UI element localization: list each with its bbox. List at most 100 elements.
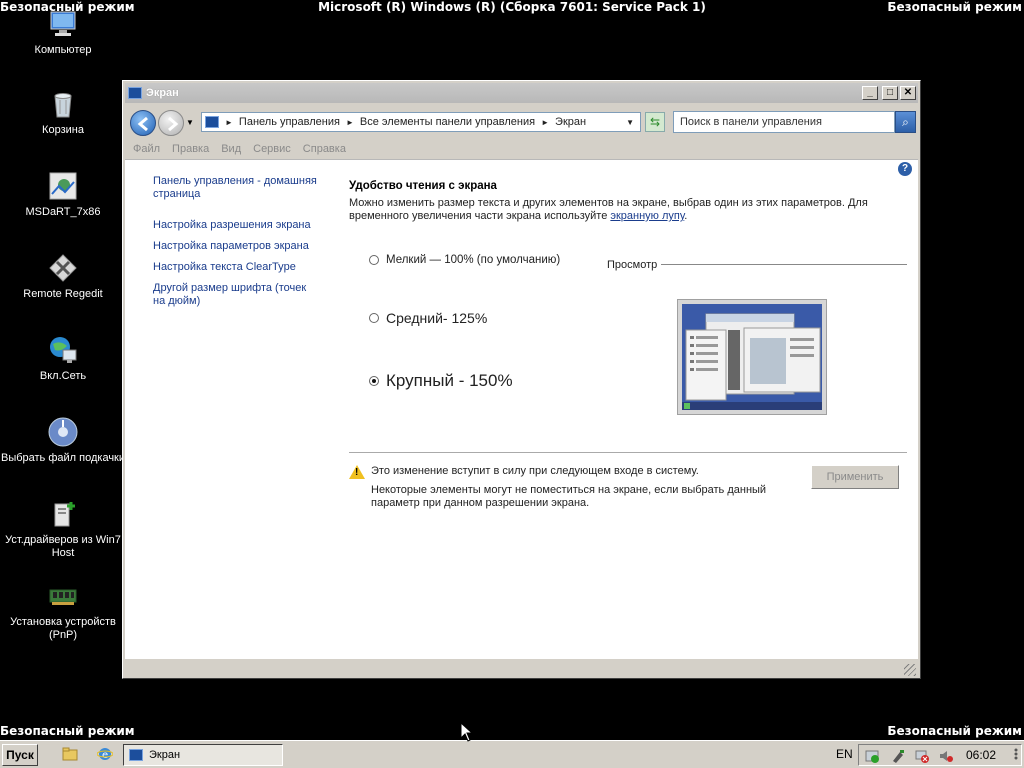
resize-grip-icon[interactable] <box>904 664 916 676</box>
sidebar-link-cleartype[interactable]: Настройка текста ClearType <box>153 261 323 274</box>
safe-mode-label-bottom-left: Безопасный режим <box>0 724 135 738</box>
display-icon <box>129 749 143 761</box>
desktop-icon-computer[interactable]: Компьютер <box>0 8 126 57</box>
status-bar <box>125 658 918 678</box>
desktop-icon-remote-regedit[interactable]: Remote Regedit <box>0 252 126 301</box>
search-input[interactable]: Поиск в панели управления <box>673 111 895 133</box>
start-button[interactable]: Пуск <box>2 744 38 766</box>
explorer-quicklaunch-icon[interactable] <box>62 746 78 762</box>
menu-tools[interactable]: Сервис <box>253 143 291 155</box>
address-bar[interactable]: ► Панель управления ► Все элементы панел… <box>201 112 641 132</box>
back-button[interactable] <box>130 110 156 136</box>
breadcrumb-separator-icon[interactable]: ► <box>346 118 354 127</box>
radio-medium[interactable] <box>369 313 379 323</box>
sidebar-link-display-settings[interactable]: Настройка параметров экрана <box>153 240 323 253</box>
safe-mode-label-top-right: Безопасный режим <box>887 0 1022 14</box>
drivers-icon <box>47 498 79 530</box>
option-large[interactable]: Крупный - 150% <box>369 371 513 391</box>
desktop-icon-label: Компьютер <box>34 44 92 56</box>
msdart-icon <box>47 170 79 202</box>
menu-file[interactable]: Файл <box>133 143 160 155</box>
option-medium[interactable]: Средний- 125% <box>369 310 487 326</box>
section-divider <box>349 452 907 453</box>
breadcrumb-separator-icon[interactable]: ► <box>225 118 233 127</box>
taskbar: Пуск e Экран EN 06:02 <box>0 740 1024 768</box>
desktop-icon-network[interactable]: Вкл.Сеть <box>0 334 126 383</box>
desktop-icon-drivers[interactable]: Уст.драйверов из Win7 Host <box>0 498 126 560</box>
option-small[interactable]: Мелкий — 100% (по умолчанию) <box>369 254 560 266</box>
address-dropdown-icon[interactable]: ▼ <box>626 118 634 127</box>
computer-icon <box>47 8 79 40</box>
maximize-button[interactable]: □ <box>882 86 898 100</box>
search-button[interactable]: ⌕ <box>895 111 916 133</box>
system-tray <box>858 744 1022 766</box>
svg-text:e: e <box>102 750 108 761</box>
close-button[interactable]: ✕ <box>900 86 916 100</box>
safe-mode-label-bottom-right: Безопасный режим <box>887 724 1022 738</box>
menu-bar: Файл Правка Вид Сервис Справка <box>125 139 918 159</box>
menu-help[interactable]: Справка <box>303 143 346 155</box>
sidebar-link-resolution[interactable]: Настройка разрешения экрана <box>153 219 323 232</box>
network-disconnected-icon[interactable] <box>915 749 929 763</box>
control-panel-icon <box>205 116 219 128</box>
forward-button[interactable] <box>158 110 184 136</box>
preview-divider <box>659 264 907 265</box>
search-icon: ⌕ <box>902 115 909 129</box>
breadcrumb-control-panel[interactable]: Панель управления <box>239 116 340 128</box>
breadcrumb-display[interactable]: Экран <box>555 116 586 128</box>
mouse-cursor-icon <box>460 721 474 745</box>
desktop-icon-label: Вкл.Сеть <box>39 370 87 382</box>
desktop-icon-label: MSDaRT_7x86 <box>25 206 101 218</box>
warning-text-1: Это изменение вступит в силу при следующ… <box>371 465 699 477</box>
preview-label: Просмотр <box>607 259 662 271</box>
page-description: Можно изменить размер текста и других эл… <box>349 197 879 223</box>
minimize-button[interactable]: _ <box>862 86 878 100</box>
recent-pages-dropdown-icon[interactable]: ▼ <box>186 118 194 127</box>
language-indicator[interactable]: EN <box>836 747 853 761</box>
navigation-bar: ▼ ► Панель управления ► Все элементы пан… <box>125 105 918 139</box>
taskbar-button-display[interactable]: Экран <box>123 744 283 766</box>
show-desktop-icon[interactable] <box>1012 747 1020 761</box>
radio-small[interactable] <box>369 255 379 265</box>
help-icon[interactable]: ? <box>898 162 912 176</box>
os-build-title: Microsoft (R) Windows (R) (Сборка 7601: … <box>318 0 706 14</box>
sidebar-link-home[interactable]: Панель управления - домашняя страница <box>153 175 323 201</box>
pnp-icon <box>47 580 79 612</box>
sidebar-link-dpi[interactable]: Другой размер шрифта (точек на дюйм) <box>153 282 318 308</box>
warning-text-2: Некоторые элементы могут не поместиться … <box>371 484 767 509</box>
option-medium-label: Средний- 125% <box>386 310 488 326</box>
option-large-label: Крупный - 150% <box>386 371 513 390</box>
desktop-icon-label: Корзина <box>42 124 84 136</box>
forward-arrow-icon <box>168 116 179 132</box>
desktop-icon-recycle-bin[interactable]: Корзина <box>0 88 126 137</box>
breadcrumb-separator-icon[interactable]: ► <box>541 118 549 127</box>
page-heading: Удобство чтения с экрана <box>349 180 497 192</box>
radio-large[interactable] <box>369 376 379 386</box>
window-titlebar[interactable]: Экран _ □ ✕ <box>125 83 918 103</box>
security-shield-icon[interactable] <box>865 749 879 763</box>
recycle-bin-icon <box>47 88 79 120</box>
internet-explorer-quicklaunch-icon[interactable]: e <box>96 746 114 762</box>
description-text: Можно изменить размер текста и других эл… <box>349 197 868 222</box>
breadcrumb-all-items[interactable]: Все элементы панели управления <box>360 116 535 128</box>
sound-muted-icon[interactable] <box>939 749 953 763</box>
desktop-icon-label: Выбрать файл подкачки <box>0 452 126 464</box>
eject-hardware-icon[interactable] <box>891 749 905 763</box>
magnifier-link[interactable]: экранную лупу <box>610 210 684 222</box>
desktop-icon-label: Установка устройств (PnP) <box>10 616 116 641</box>
regedit-icon <box>47 252 79 284</box>
apply-button[interactable]: Применить <box>811 465 899 489</box>
taskbar-button-label: Экран <box>149 749 181 761</box>
window-title: Экран <box>146 87 179 99</box>
warning-exclamation-icon: ! <box>355 467 359 478</box>
desktop-icon-pnp[interactable]: Установка устройств (PnP) <box>0 580 126 642</box>
option-small-label: Мелкий — 100% (по умолчанию) <box>386 254 561 266</box>
preview-image <box>677 299 827 415</box>
refresh-button[interactable]: ⇆ <box>645 112 665 132</box>
clock[interactable]: 06:02 <box>966 748 996 762</box>
desktop-icon-pagefile[interactable]: Выбрать файл подкачки <box>0 416 126 465</box>
display-window: Экран _ □ ✕ ▼ ► Панель управления ► Все … <box>122 80 921 679</box>
menu-view[interactable]: Вид <box>221 143 241 155</box>
desktop-icon-msdart[interactable]: MSDaRT_7x86 <box>0 170 126 219</box>
menu-edit[interactable]: Правка <box>172 143 209 155</box>
